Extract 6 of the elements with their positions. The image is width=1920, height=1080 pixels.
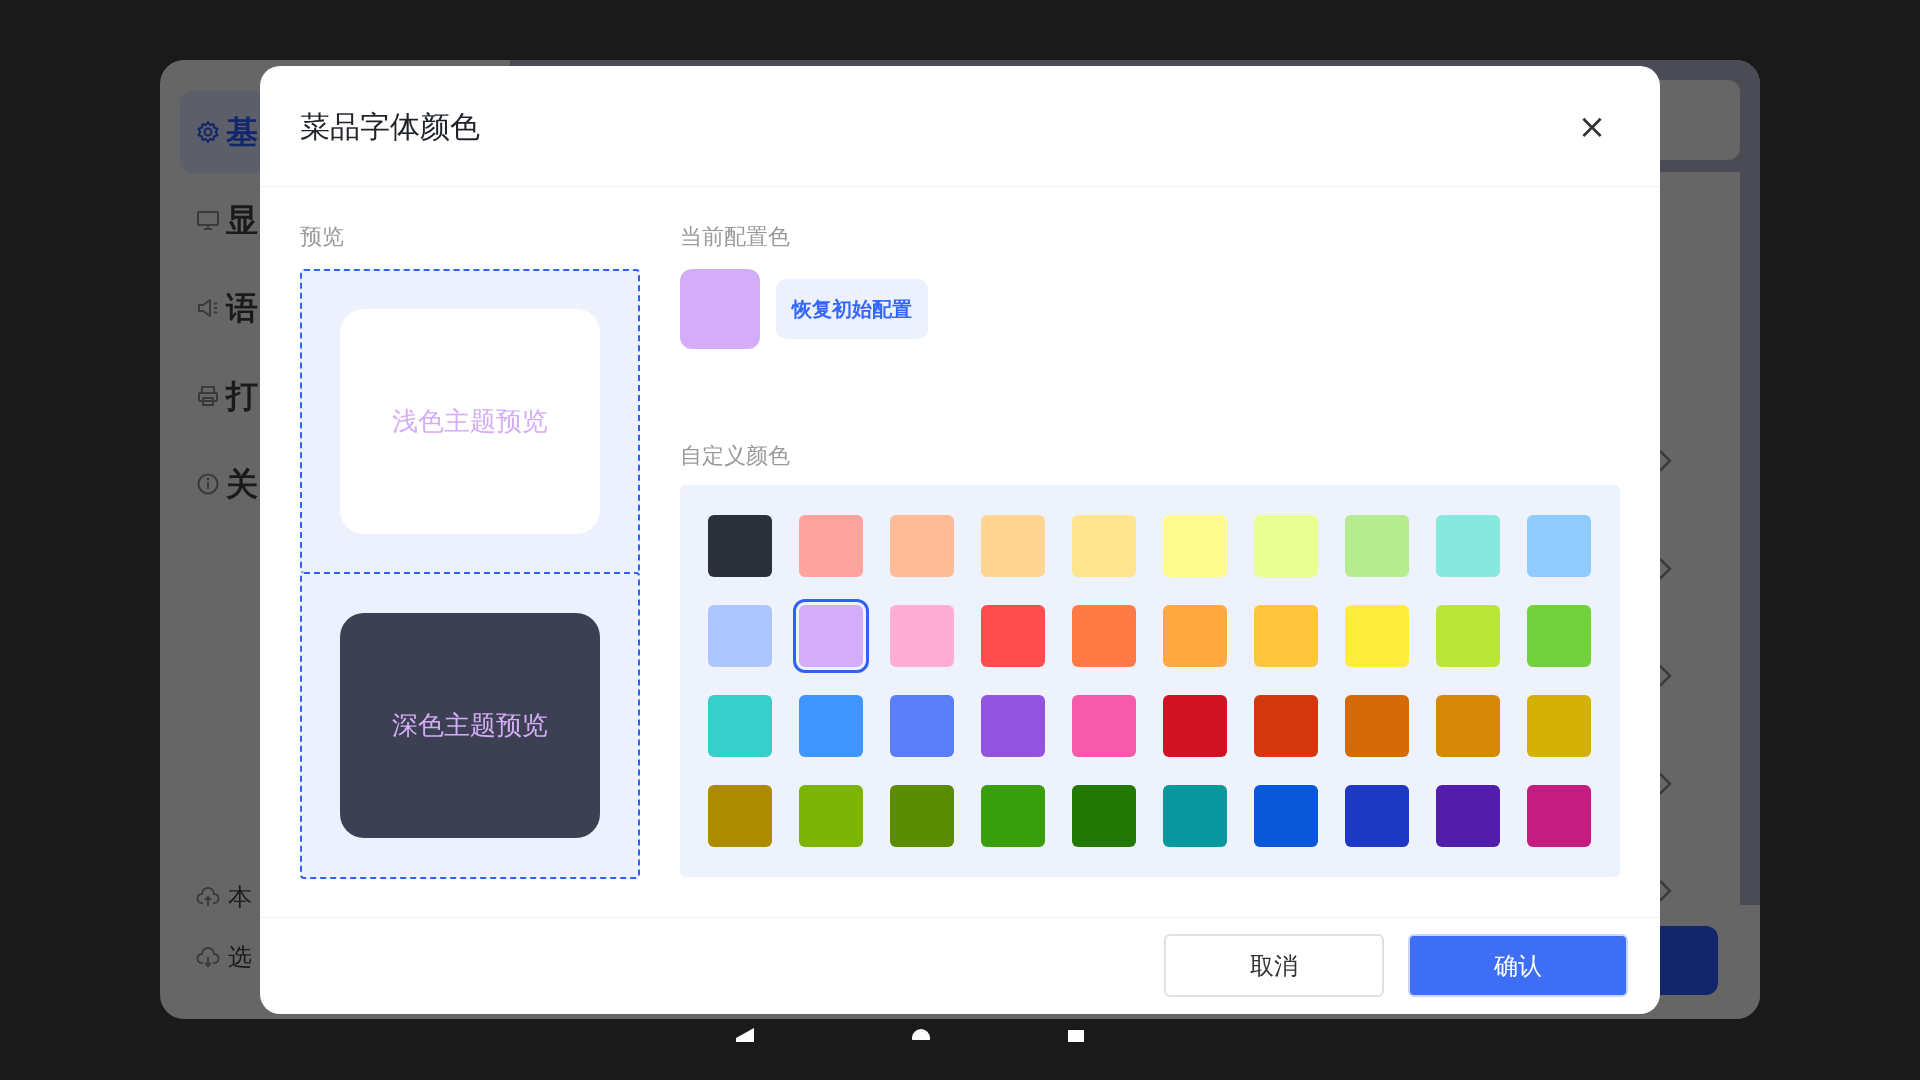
- section-label: 预览: [300, 223, 345, 251]
- section-label: 当前配置色: [680, 223, 791, 251]
- preview-text: 浅色主题预览: [392, 405, 548, 438]
- section-label: 自定义颜色: [680, 442, 791, 470]
- dialog-title: 菜品字体颜色: [300, 107, 480, 146]
- preview-text: 深色主题预览: [392, 709, 548, 742]
